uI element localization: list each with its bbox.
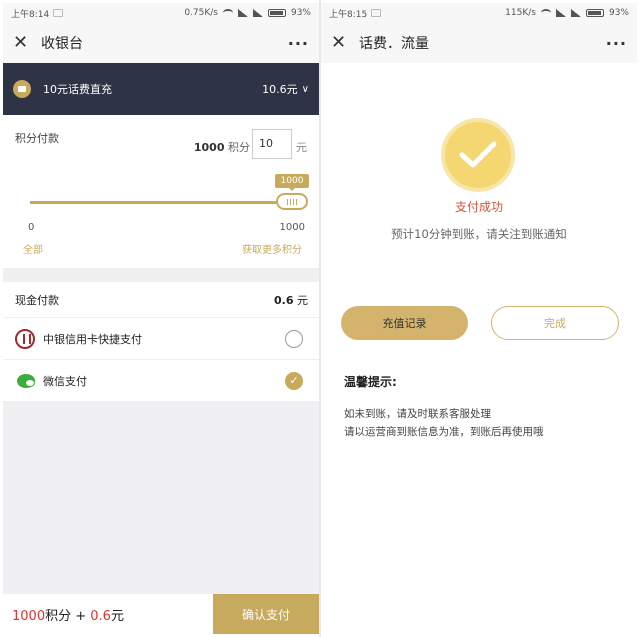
points-slider-track[interactable] — [30, 201, 306, 204]
slider-max-label: 1000 — [279, 222, 305, 233]
payment-method-boc[interactable]: 中银信用卡快捷支付 — [3, 318, 319, 360]
page-title: 收银台 — [41, 36, 83, 52]
points-payment-section: 积分付款 1000 积分 10 元 1000 0 1000 全部 获取更多积分 — [3, 115, 319, 268]
bottom-bar: 1000积分 + 0.6元 确认支付 — [3, 594, 319, 634]
points-slider-fill — [30, 201, 306, 204]
chevron-down-icon[interactable]: ∨ — [302, 84, 309, 95]
recharge-records-button[interactable]: 充值记录 — [341, 306, 468, 340]
slider-handle[interactable] — [276, 193, 308, 210]
success-description: 预计10分钟到账，请关注到账通知 — [391, 227, 567, 241]
notification-icon — [53, 9, 64, 17]
points-unit: 积分 — [228, 141, 250, 154]
cash-amount-value: 0.6 — [274, 293, 294, 307]
payment-method-label: 中银信用卡快捷支付 — [43, 332, 142, 346]
wifi-icon — [540, 9, 551, 17]
battery-level: 93% — [608, 8, 629, 18]
use-all-points-link[interactable]: 全部 — [23, 241, 43, 256]
status-bar: 上午8:14 0.75K/s 93% — [3, 3, 319, 23]
cash-payment-label: 现金付款 — [15, 293, 59, 307]
section-gap — [3, 268, 319, 282]
slider-value-tooltip: 1000 — [275, 174, 309, 191]
more-menu-icon[interactable]: ··· — [606, 34, 627, 53]
confirm-payment-button[interactable]: 确认支付 — [213, 594, 319, 634]
summary-cash: 0.6 — [90, 608, 111, 624]
title-bar: ✕ 话费．流量 ··· — [321, 23, 637, 63]
summary-points-unit: 积分 — [45, 608, 72, 624]
tips-title: 温馨提示: — [344, 375, 397, 389]
product-bar[interactable]: 10元话费直充 10.6元 ∨ — [3, 63, 319, 115]
amount-input[interactable]: 10 — [252, 129, 292, 159]
status-time: 上午8:14 — [11, 9, 50, 20]
tips-line: 请以运营商到账信息为准，到账后再使用哦 — [344, 426, 544, 438]
status-time: 上午8:15 — [329, 9, 368, 20]
signal-icon-2 — [570, 9, 581, 17]
notification-icon — [371, 9, 382, 17]
success-screen: 上午8:15 115K/s 93% ✕ 话费．流量 ··· 支付成功 预计10分… — [321, 3, 637, 634]
status-bar: 上午8:15 115K/s 93% — [321, 3, 637, 23]
wechat-icon — [17, 373, 35, 388]
signal-icon — [237, 9, 248, 17]
radio-unselected[interactable] — [285, 329, 303, 348]
radio-selected-check-icon[interactable]: ✓ — [285, 371, 303, 390]
title-bar: ✕ 收银台 ··· — [3, 23, 319, 63]
cash-payment-row: 现金付款 0.6 元 — [3, 282, 319, 318]
points-payment-label: 积分付款 — [15, 132, 59, 145]
page-title: 话费．流量 — [359, 36, 429, 52]
boc-icon — [15, 328, 35, 349]
tips-line: 如未到账，请及时联系客服处理 — [344, 408, 491, 420]
wifi-icon — [222, 9, 233, 17]
payment-summary: 1000积分 + 0.6元 — [12, 605, 124, 624]
battery-icon — [585, 9, 604, 17]
cash-amount: 0.6 元 — [274, 292, 308, 308]
check-icon — [441, 118, 515, 192]
done-button[interactable]: 完成 — [491, 306, 619, 340]
phone-card-icon — [13, 80, 31, 98]
slider-min-label: 0 — [28, 222, 35, 233]
get-more-points-link[interactable]: 获取更多积分 — [242, 241, 302, 256]
product-name: 10元话费直充 — [43, 83, 112, 96]
cash-amount-unit: 元 — [297, 293, 308, 307]
close-icon[interactable]: ✕ — [331, 34, 351, 52]
success-title: 支付成功 — [454, 200, 503, 214]
summary-points: 1000 — [12, 608, 46, 624]
points-number: 1000 — [193, 141, 225, 154]
summary-cash-unit: 元 — [110, 608, 124, 624]
network-speed: 115K/s — [505, 8, 536, 18]
signal-icon-2 — [252, 9, 263, 17]
close-icon[interactable]: ✕ — [13, 34, 33, 52]
battery-icon — [267, 9, 286, 17]
payment-method-label: 微信支付 — [43, 374, 87, 388]
network-speed: 0.75K/s — [184, 8, 218, 18]
amount-unit: 元 — [296, 141, 307, 154]
signal-icon — [555, 9, 566, 17]
product-price: 10.6元 — [262, 83, 298, 96]
summary-plus: + — [71, 608, 91, 624]
checkout-screen: 上午8:14 0.75K/s 93% ✕ 收银台 ··· 10元话费直充 10.… — [3, 3, 319, 634]
payment-method-wechat[interactable]: 微信支付 ✓ — [3, 360, 319, 402]
more-menu-icon[interactable]: ··· — [288, 34, 309, 53]
points-value: 1000 积分 — [194, 139, 250, 155]
battery-level: 93% — [290, 8, 311, 18]
